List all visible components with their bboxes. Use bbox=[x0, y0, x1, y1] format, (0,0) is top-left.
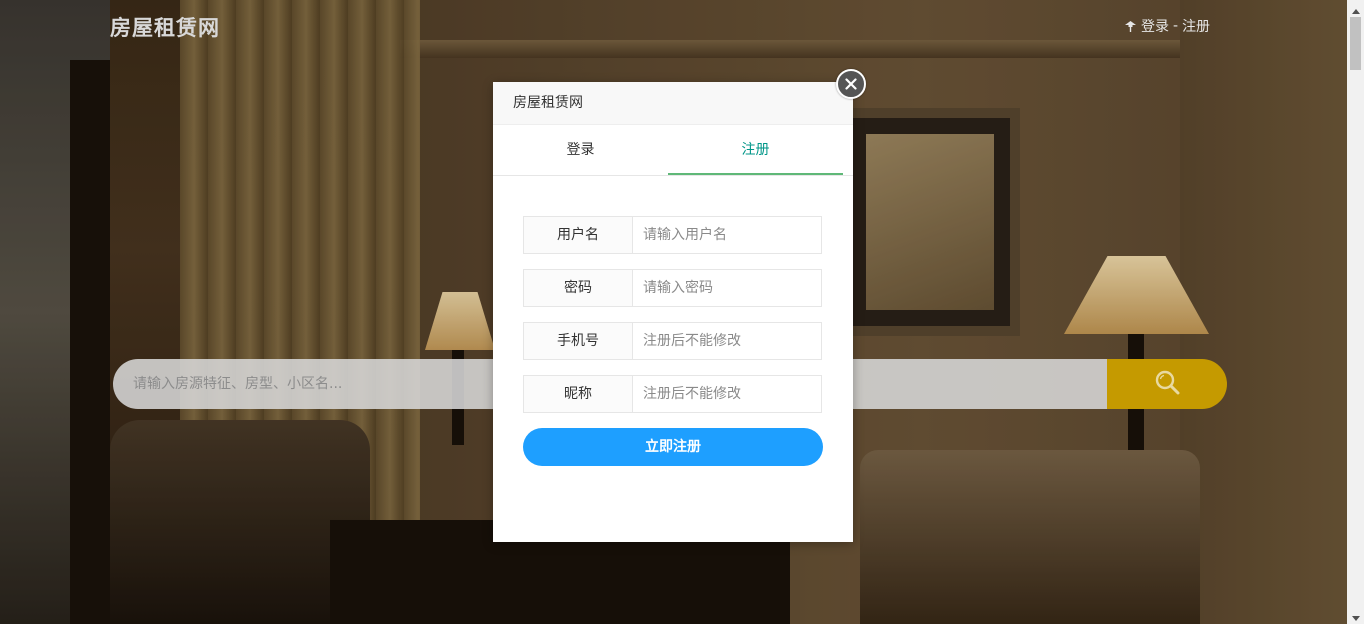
scroll-up-button[interactable] bbox=[1347, 0, 1364, 17]
phone-row: 手机号 bbox=[523, 322, 822, 360]
close-button[interactable] bbox=[836, 69, 866, 99]
login-link[interactable]: 登录 bbox=[1141, 16, 1169, 36]
nickname-label: 昵称 bbox=[524, 376, 633, 412]
page-scrollbar[interactable] bbox=[1347, 0, 1364, 624]
register-modal: 房屋租赁网 登录 注册 用户名 密码 手机号 昵称 立即注册 bbox=[493, 82, 853, 542]
tab-login[interactable]: 登录 bbox=[493, 125, 668, 175]
phone-field[interactable] bbox=[633, 323, 821, 359]
password-label: 密码 bbox=[524, 270, 633, 306]
nickname-row: 昵称 bbox=[523, 375, 822, 413]
close-icon bbox=[845, 75, 857, 94]
header-separator: - bbox=[1173, 18, 1179, 34]
password-row: 密码 bbox=[523, 269, 822, 307]
modal-tabs: 登录 注册 bbox=[493, 125, 853, 176]
scroll-down-button[interactable] bbox=[1347, 607, 1364, 624]
phone-label: 手机号 bbox=[524, 323, 633, 359]
username-row: 用户名 bbox=[523, 216, 822, 254]
nickname-field[interactable] bbox=[633, 376, 821, 412]
username-label: 用户名 bbox=[524, 217, 633, 253]
username-field[interactable] bbox=[633, 217, 821, 253]
register-submit-button[interactable]: 立即注册 bbox=[523, 428, 823, 466]
scrollbar-thumb[interactable] bbox=[1350, 17, 1361, 70]
arrow-down-icon bbox=[1351, 606, 1360, 624]
search-button[interactable] bbox=[1107, 359, 1227, 409]
arrow-up-icon bbox=[1351, 0, 1360, 18]
search-icon bbox=[1154, 369, 1180, 399]
header-auth-links: 登录 - 注册 bbox=[1124, 16, 1210, 36]
password-field[interactable] bbox=[633, 270, 821, 306]
modal-title: 房屋租赁网 bbox=[493, 82, 853, 125]
user-icon bbox=[1124, 20, 1137, 33]
register-link[interactable]: 注册 bbox=[1182, 16, 1210, 36]
site-logo[interactable]: 房屋租赁网 bbox=[110, 12, 220, 42]
tab-register[interactable]: 注册 bbox=[668, 125, 843, 175]
register-form: 用户名 密码 手机号 昵称 立即注册 bbox=[493, 176, 853, 466]
